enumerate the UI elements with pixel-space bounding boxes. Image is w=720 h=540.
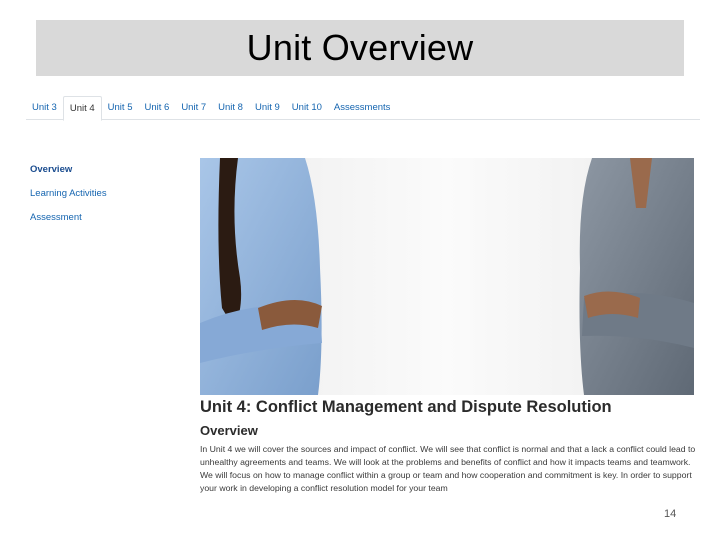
sidebar-item-learning-activities[interactable]: Learning Activities xyxy=(30,188,170,212)
tab-unit-10[interactable]: Unit 10 xyxy=(286,96,328,120)
unit-content: Unit 4: Conflict Management and Dispute … xyxy=(200,398,696,495)
sidebar-item-overview[interactable]: Overview xyxy=(30,164,170,188)
tab-unit-9[interactable]: Unit 9 xyxy=(249,96,286,120)
tab-unit-6[interactable]: Unit 6 xyxy=(138,96,175,120)
two-people-arms-crossed-photo xyxy=(200,158,694,395)
sidebar-item-assessment[interactable]: Assessment xyxy=(30,212,170,236)
tab-unit-3[interactable]: Unit 3 xyxy=(26,96,63,120)
tab-unit-5[interactable]: Unit 5 xyxy=(102,96,139,120)
slide-title: Unit Overview xyxy=(246,27,474,68)
slide-title-bar: Unit Overview xyxy=(36,20,684,76)
hero-image xyxy=(200,158,694,395)
overview-body-text: In Unit 4 we will cover the sources and … xyxy=(200,444,696,493)
page-number: 14 xyxy=(664,508,677,520)
unit-tabs: Unit 3 Unit 4 Unit 5 Unit 6 Unit 7 Unit … xyxy=(26,96,700,121)
overview-subheading: Overview xyxy=(200,423,258,438)
sidebar-nav: Overview Learning Activities Assessment xyxy=(30,164,170,236)
tab-assessments[interactable]: Assessments xyxy=(328,96,397,120)
tab-unit-4[interactable]: Unit 4 xyxy=(62,96,102,121)
tab-unit-8[interactable]: Unit 8 xyxy=(212,96,249,120)
tab-unit-7[interactable]: Unit 7 xyxy=(175,96,212,120)
unit-heading: Unit 4: Conflict Management and Dispute … xyxy=(200,398,612,416)
